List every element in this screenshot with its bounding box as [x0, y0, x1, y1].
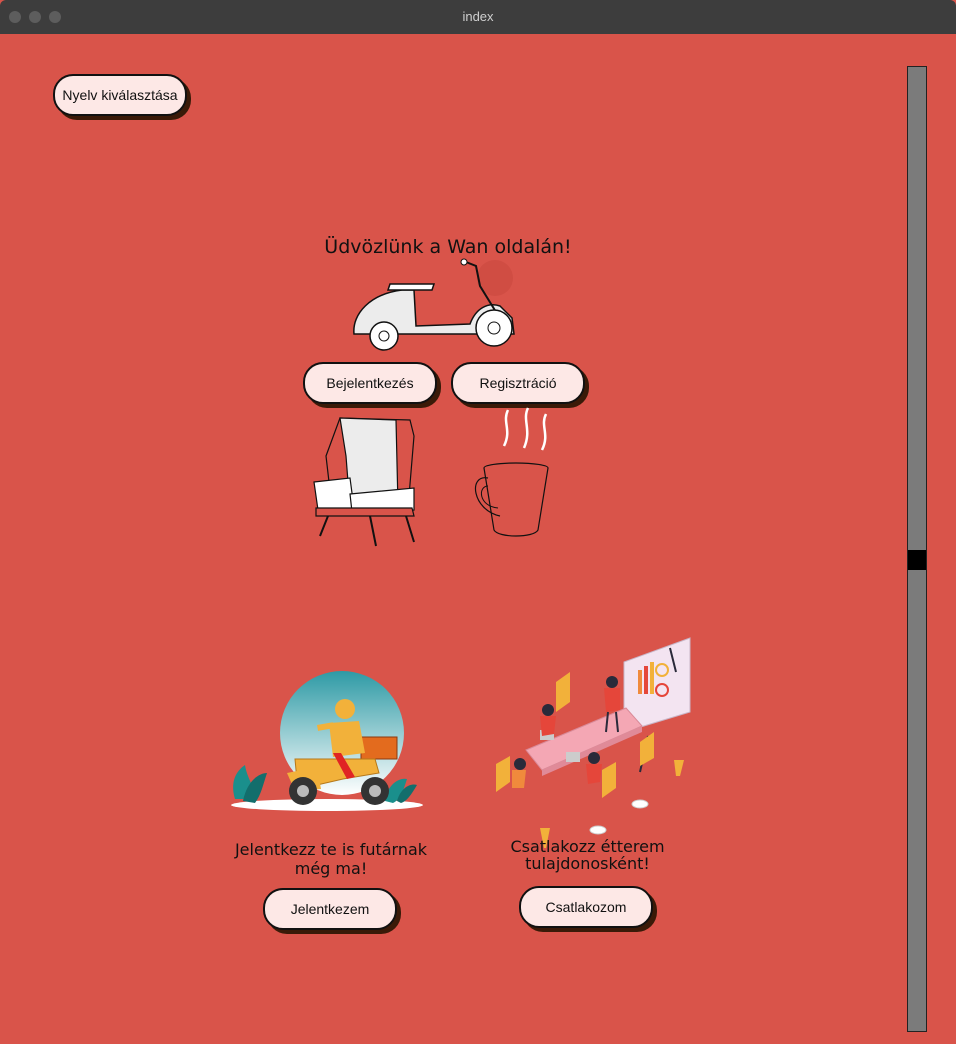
window-title: index [462, 9, 494, 24]
armchair-icon [313, 417, 415, 547]
courier-apply-button[interactable]: Jelentkezem [263, 888, 397, 930]
page-content: Nyelv kiválasztása Üdvözlünk a Wan oldal… [0, 34, 956, 1044]
meeting-illustration [496, 637, 691, 848]
restaurant-join-button[interactable]: Csatlakozom [519, 886, 653, 928]
scooter-icon [353, 258, 515, 351]
login-button[interactable]: Bejelentkezés [303, 362, 437, 404]
window-titlebar: index [0, 0, 956, 34]
courier-cta-text: Jelentkezz te is futárnak még ma! [234, 840, 428, 878]
page-scrollbar[interactable] [907, 66, 927, 1032]
courier-illustration [231, 671, 423, 811]
language-select-button[interactable]: Nyelv kiválasztása [53, 74, 187, 116]
restaurant-cta-text: Csatlakozz étterem tulajdonosként! [510, 837, 665, 873]
coffee-cup-icon [474, 407, 549, 537]
register-button[interactable]: Regisztráció [451, 362, 585, 404]
scrollbar-thumb[interactable] [908, 550, 926, 570]
welcome-title: Üdvözlünk a Wan oldalán! [324, 236, 572, 258]
